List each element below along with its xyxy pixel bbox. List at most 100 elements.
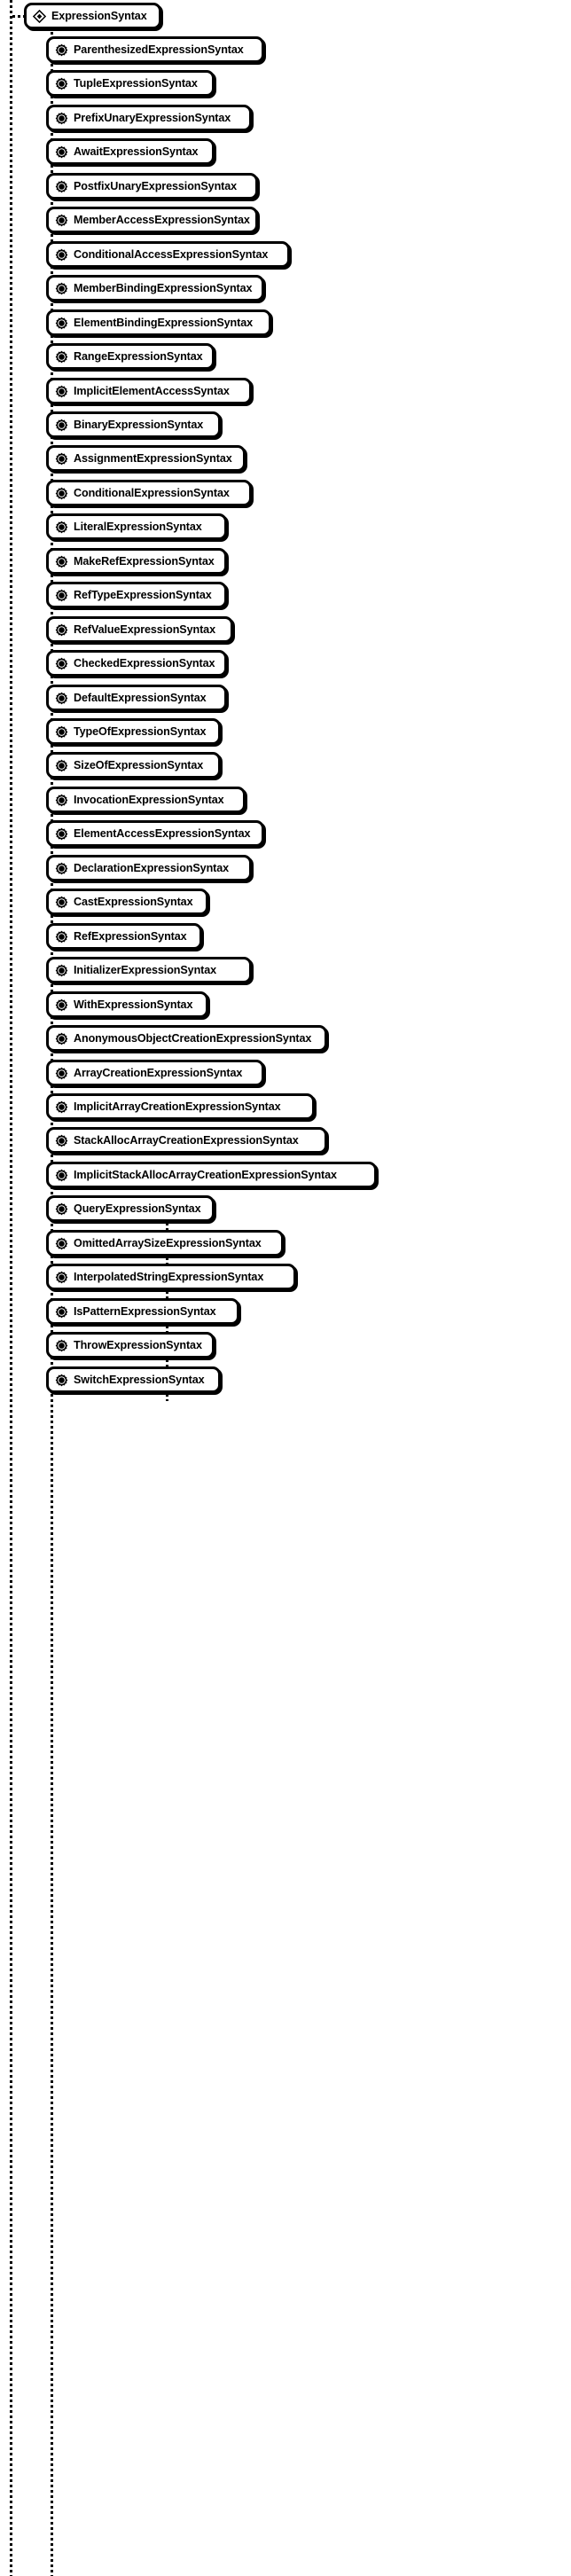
class-node[interactable]: DefaultExpressionSyntax <box>46 685 227 711</box>
class-node-label: TypeOfExpressionSyntax <box>74 724 207 738</box>
class-node[interactable]: LiteralExpressionSyntax <box>46 513 227 540</box>
concrete-class-circle-icon <box>55 521 68 533</box>
concrete-class-circle-icon <box>55 555 68 568</box>
class-node[interactable]: AssignmentExpressionSyntax <box>46 445 246 472</box>
concrete-class-circle-icon <box>55 214 68 226</box>
class-node[interactable]: ConditionalAccessExpressionSyntax <box>46 241 290 268</box>
class-node-label: LiteralExpressionSyntax <box>74 520 202 533</box>
class-node-label: AnonymousObjectCreationExpressionSyntax <box>74 1031 312 1045</box>
class-node[interactable]: MemberAccessExpressionSyntax <box>46 207 258 233</box>
concrete-class-circle-icon <box>55 623 68 636</box>
class-node-label: ImplicitElementAccessSyntax <box>74 384 230 397</box>
class-node-label: ConditionalExpressionSyntax <box>74 486 230 499</box>
concrete-class-circle-icon <box>55 452 68 465</box>
class-node[interactable]: WithExpressionSyntax <box>46 991 208 1018</box>
class-node-label: DefaultExpressionSyntax <box>74 691 207 704</box>
class-node[interactable]: TypeOfExpressionSyntax <box>46 718 221 745</box>
concrete-class-circle-icon <box>55 998 68 1011</box>
class-node[interactable]: InvocationExpressionSyntax <box>46 787 246 813</box>
class-node[interactable]: RefTypeExpressionSyntax <box>46 582 227 608</box>
class-node[interactable]: ImplicitElementAccessSyntax <box>46 378 252 404</box>
class-node[interactable]: TupleExpressionSyntax <box>46 70 215 97</box>
concrete-class-circle-icon <box>55 282 68 294</box>
concrete-class-circle-icon <box>55 794 68 806</box>
concrete-class-circle-icon <box>55 1100 68 1113</box>
class-node[interactable]: ElementAccessExpressionSyntax <box>46 820 264 847</box>
concrete-class-circle-icon <box>55 1305 68 1318</box>
root-connector-stub <box>12 15 24 18</box>
class-node[interactable]: ImplicitArrayCreationExpressionSyntax <box>46 1093 315 1120</box>
class-node[interactable]: MakeRefExpressionSyntax <box>46 548 227 575</box>
class-node-label: QueryExpressionSyntax <box>74 1202 201 1215</box>
concrete-class-circle-icon <box>55 77 68 90</box>
class-node-label: AssignmentExpressionSyntax <box>74 451 232 465</box>
class-node[interactable]: AwaitExpressionSyntax <box>46 138 215 165</box>
concrete-class-circle-icon <box>55 896 68 908</box>
concrete-class-circle-icon <box>55 725 68 738</box>
class-node-label: MemberAccessExpressionSyntax <box>74 213 250 226</box>
class-node[interactable]: QueryExpressionSyntax <box>46 1195 215 1222</box>
class-node-label: CastExpressionSyntax <box>74 895 193 908</box>
class-node-label: BinaryExpressionSyntax <box>74 418 204 431</box>
class-node-label: PrefixUnaryExpressionSyntax <box>74 111 231 124</box>
class-node-label: MakeRefExpressionSyntax <box>74 554 215 568</box>
class-node[interactable]: InterpolatedStringExpressionSyntax <box>46 1264 296 1290</box>
class-node[interactable]: ConditionalExpressionSyntax <box>46 480 252 506</box>
class-node[interactable]: BinaryExpressionSyntax <box>46 411 221 438</box>
class-node-label: DeclarationExpressionSyntax <box>74 861 230 874</box>
class-node[interactable]: ImplicitStackAllocArrayCreationExpressio… <box>46 1162 377 1188</box>
class-node[interactable]: ArrayCreationExpressionSyntax <box>46 1060 264 1086</box>
concrete-class-circle-icon <box>55 180 68 192</box>
concrete-class-circle-icon <box>55 827 68 840</box>
concrete-class-circle-icon <box>55 1339 68 1351</box>
class-node[interactable]: MemberBindingExpressionSyntax <box>46 275 264 301</box>
class-node[interactable]: StackAllocArrayCreationExpressionSyntax <box>46 1127 327 1154</box>
concrete-class-circle-icon <box>55 145 68 158</box>
concrete-class-circle-icon <box>55 1202 68 1215</box>
abstract-class-diamond-icon <box>33 9 46 23</box>
concrete-class-circle-icon <box>55 964 68 976</box>
concrete-class-circle-icon <box>55 657 68 669</box>
class-node[interactable]: IsPatternExpressionSyntax <box>46 1298 239 1325</box>
class-node-label: TupleExpressionSyntax <box>74 76 198 90</box>
concrete-class-circle-icon <box>55 248 68 261</box>
class-node[interactable]: DeclarationExpressionSyntax <box>46 855 252 881</box>
concrete-class-circle-icon <box>55 1134 68 1147</box>
class-node[interactable]: PostfixUnaryExpressionSyntax <box>46 173 258 200</box>
outer-tree-rail <box>10 0 12 2576</box>
class-node-root[interactable]: ExpressionSyntax <box>24 3 161 29</box>
sibling-vertical-link <box>166 1223 168 1230</box>
class-node[interactable]: InitializerExpressionSyntax <box>46 957 252 983</box>
class-node[interactable]: ParenthesizedExpressionSyntax <box>46 36 264 63</box>
class-node-label: SwitchExpressionSyntax <box>74 1373 205 1386</box>
class-node-label: ConditionalAccessExpressionSyntax <box>74 247 269 261</box>
class-node[interactable]: CastExpressionSyntax <box>46 889 208 915</box>
concrete-class-circle-icon <box>55 930 68 943</box>
class-node-label: IsPatternExpressionSyntax <box>74 1304 216 1318</box>
class-node[interactable]: RefExpressionSyntax <box>46 923 202 950</box>
class-node[interactable]: RangeExpressionSyntax <box>46 343 215 370</box>
class-node-label: ElementBindingExpressionSyntax <box>74 316 254 329</box>
class-node[interactable]: SwitchExpressionSyntax <box>46 1366 221 1393</box>
class-node[interactable]: PrefixUnaryExpressionSyntax <box>46 105 252 131</box>
class-node[interactable]: ThrowExpressionSyntax <box>46 1332 215 1358</box>
class-node-label: ExpressionSyntax <box>51 9 147 22</box>
class-node[interactable]: OmittedArraySizeExpressionSyntax <box>46 1230 284 1257</box>
concrete-class-circle-icon <box>55 112 68 124</box>
concrete-class-circle-icon <box>55 385 68 397</box>
concrete-class-circle-icon <box>55 692 68 704</box>
class-node[interactable]: ElementBindingExpressionSyntax <box>46 309 271 336</box>
concrete-class-circle-icon <box>55 1374 68 1386</box>
class-node[interactable]: CheckedExpressionSyntax <box>46 650 227 677</box>
concrete-class-circle-icon <box>55 589 68 601</box>
class-node-label: WithExpressionSyntax <box>74 998 193 1011</box>
sibling-vertical-link <box>166 1394 168 1401</box>
class-node[interactable]: SizeOfExpressionSyntax <box>46 752 221 779</box>
class-node-label: RefTypeExpressionSyntax <box>74 588 212 601</box>
class-node[interactable]: RefValueExpressionSyntax <box>46 616 233 643</box>
class-node-label: OmittedArraySizeExpressionSyntax <box>74 1236 262 1249</box>
class-node-label: ArrayCreationExpressionSyntax <box>74 1066 243 1079</box>
class-node-label: SizeOfExpressionSyntax <box>74 758 204 771</box>
concrete-class-circle-icon <box>55 350 68 363</box>
class-node[interactable]: AnonymousObjectCreationExpressionSyntax <box>46 1025 327 1052</box>
